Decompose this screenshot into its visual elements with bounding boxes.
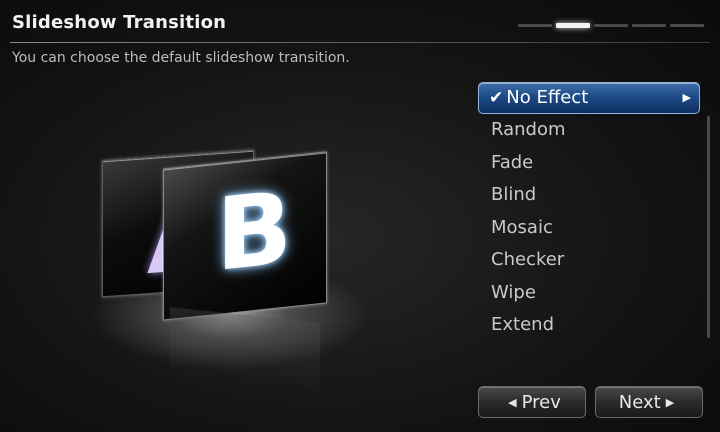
prev-button[interactable]: ◀ Prev [478, 386, 586, 418]
check-icon: ✔ [489, 88, 504, 108]
next-label: Next [618, 392, 661, 413]
option-blind[interactable]: Blind [478, 179, 704, 212]
option-extend[interactable]: Extend [478, 309, 704, 342]
transition-option-list: ✔ No Effect ▶ Random Fade Blind Mosaic Ch… [478, 82, 704, 344]
arrow-right-icon: ▶ [682, 91, 691, 104]
option-random[interactable]: Random [478, 114, 704, 147]
next-button[interactable]: Next ▶ [595, 386, 703, 418]
arrow-right-icon: ▶ [665, 396, 675, 409]
header-divider [10, 42, 710, 43]
step-4 [632, 24, 666, 27]
transition-preview: A B [70, 130, 390, 393]
preview-card-front: B [163, 151, 327, 321]
prev-label: Prev [521, 392, 561, 413]
option-mosaic[interactable]: Mosaic [478, 212, 704, 245]
option-label: No Effect [506, 87, 589, 108]
page-title: Slideshow Transition [12, 12, 227, 33]
option-list-scrollbar[interactable] [707, 116, 710, 338]
page-subtitle: You can choose the default slideshow tra… [12, 50, 350, 66]
preview-letter-front: B [216, 169, 293, 295]
preview-reflection [170, 307, 320, 393]
option-no-effect[interactable]: ✔ No Effect ▶ [478, 82, 700, 114]
option-checker[interactable]: Checker [478, 244, 704, 277]
option-fade[interactable]: Fade [478, 147, 704, 180]
step-indicator [518, 23, 704, 28]
step-5 [670, 24, 704, 27]
step-3 [594, 24, 628, 27]
step-1 [518, 24, 552, 27]
arrow-left-icon: ◀ [508, 396, 517, 409]
option-wipe[interactable]: Wipe [478, 277, 704, 310]
step-2 [556, 23, 590, 28]
